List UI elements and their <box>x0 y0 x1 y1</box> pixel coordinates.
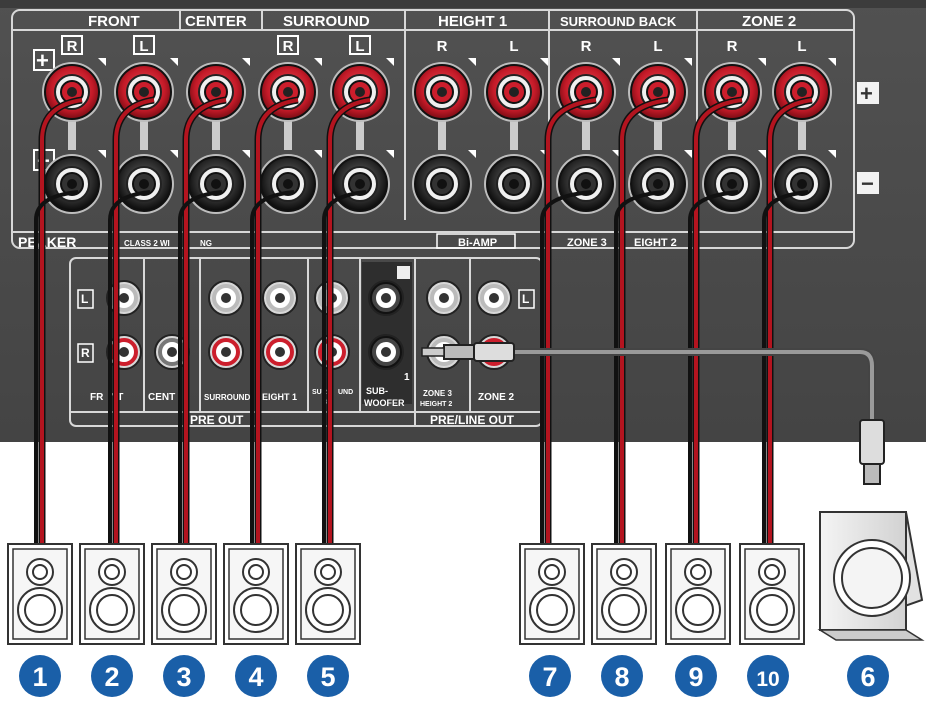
preout-left-l: L <box>81 292 88 306</box>
speaker-number-badges: 1 2 3 4 5 7 8 9 10 6 <box>19 655 889 697</box>
preout-right-l: L <box>522 292 529 306</box>
rca-jack-bottom-6[interactable] <box>368 334 404 370</box>
preout-sub-port-1: 1 <box>404 372 410 383</box>
diagram-svg: FRONT CENTER SURROUND HEIGHT 1 SURROUND … <box>0 0 926 697</box>
minus-right: − <box>861 171 874 196</box>
number-badge-5: 5 <box>307 655 349 697</box>
number-badge-text: 7 <box>542 662 557 692</box>
header-surround: SURROUND <box>283 13 370 30</box>
speaker-7 <box>591 543 657 645</box>
terminal-letter-4: R <box>283 38 294 55</box>
preout-label-zone2: ZONE 2 <box>478 392 515 403</box>
number-badge-text: 10 <box>756 668 779 691</box>
terminal-letter-11: L <box>797 38 806 55</box>
number-badge-7: 7 <box>529 655 571 697</box>
rca-jack-top-6[interactable] <box>426 280 462 316</box>
preout-label-sb2: UND <box>338 389 353 396</box>
number-badge-text: 8 <box>614 662 629 692</box>
label-zone3: ZONE 3 <box>567 237 607 249</box>
terminal-letter-9: L <box>653 38 662 55</box>
terminal-letter-8: R <box>581 38 592 55</box>
rca-jack-top-7[interactable] <box>476 280 512 316</box>
speaker-2 <box>79 543 145 645</box>
rca-jack-top-3[interactable] <box>262 280 298 316</box>
rca-jack-bottom-4[interactable] <box>262 334 298 370</box>
number-badge-2: 2 <box>91 655 133 697</box>
speaker-5 <box>295 543 361 645</box>
label-class2-tail: NG <box>200 239 212 248</box>
number-badge-6: 6 <box>847 655 889 697</box>
number-badge-3: 3 <box>163 655 205 697</box>
speaker-3 <box>151 543 217 645</box>
rca-jack-top-1[interactable] <box>106 280 142 316</box>
terminal-letter-6: R <box>437 38 448 55</box>
rca-jack-top-5[interactable] <box>368 280 404 316</box>
terminal-letter-2: L <box>139 38 148 55</box>
speaker-6 <box>519 543 585 645</box>
speaker-4 <box>223 543 289 645</box>
terminal-letter-10: R <box>727 38 738 55</box>
connection-diagram: FRONT CENTER SURROUND HEIGHT 1 SURROUND … <box>0 0 926 701</box>
number-badge-text: 4 <box>248 662 263 692</box>
number-badge-4: 4 <box>235 655 277 697</box>
preout-label-front: FR <box>90 392 104 403</box>
preout-title: PRE OUT <box>190 413 244 427</box>
speaker-1 <box>7 543 73 645</box>
preout-label-zone3: ZONE 3 <box>423 389 452 398</box>
header-zone2: ZONE 2 <box>742 13 796 30</box>
preout-label-zone3b: HEIGHT 2 <box>420 401 452 408</box>
label-class2: CLASS 2 WI <box>124 239 170 248</box>
terminal-letter-7: L <box>509 38 518 55</box>
rca-jack-top-2[interactable] <box>208 280 244 316</box>
number-badge-text: 2 <box>104 662 119 692</box>
preout-label-center: CENT <box>148 392 175 403</box>
plus-right: + <box>860 81 873 106</box>
plus-left: + <box>36 48 49 73</box>
preout-label-surround: SURROUND <box>204 393 250 402</box>
number-badge-text: 1 <box>32 662 47 692</box>
rca-jack-bottom-3[interactable] <box>208 334 244 370</box>
number-badge-8: 8 <box>601 655 643 697</box>
header-center: CENTER <box>185 13 247 30</box>
rca-jack-bottom-1[interactable] <box>106 334 142 370</box>
number-badge-text: 9 <box>688 662 703 692</box>
label-height2: EIGHT 2 <box>634 237 677 249</box>
preout-label-sub1: SUB- <box>366 386 388 396</box>
label-biamp: Bi-AMP <box>458 237 497 249</box>
header-surround-back: SURROUND BACK <box>560 14 677 29</box>
rca-plug-sub <box>859 419 885 465</box>
number-badge-text: 6 <box>860 662 875 692</box>
speaker-9 <box>739 543 805 645</box>
terminal-letter-1: R <box>67 38 78 55</box>
header-front: FRONT <box>88 13 140 30</box>
subwoofer <box>817 511 925 641</box>
terminal-letter-5: L <box>355 38 364 55</box>
number-badge-text: 5 <box>320 662 335 692</box>
preline-title: PRE/LINE OUT <box>430 413 515 427</box>
rca-plug <box>473 342 515 362</box>
number-badge-9: 9 <box>675 655 717 697</box>
preout-label-sub2: WOOFER <box>364 398 405 408</box>
speaker-8 <box>665 543 731 645</box>
number-badge-text: 3 <box>176 662 191 692</box>
preout-label-height1: EIGHT 1 <box>262 392 297 402</box>
label-speakers: PEAKER <box>18 234 76 250</box>
header-height1: HEIGHT 1 <box>438 13 507 30</box>
preout-left-r: R <box>81 346 90 360</box>
number-badge-1: 1 <box>19 655 61 697</box>
speakers <box>7 543 805 645</box>
number-badge-10: 10 <box>747 655 789 697</box>
